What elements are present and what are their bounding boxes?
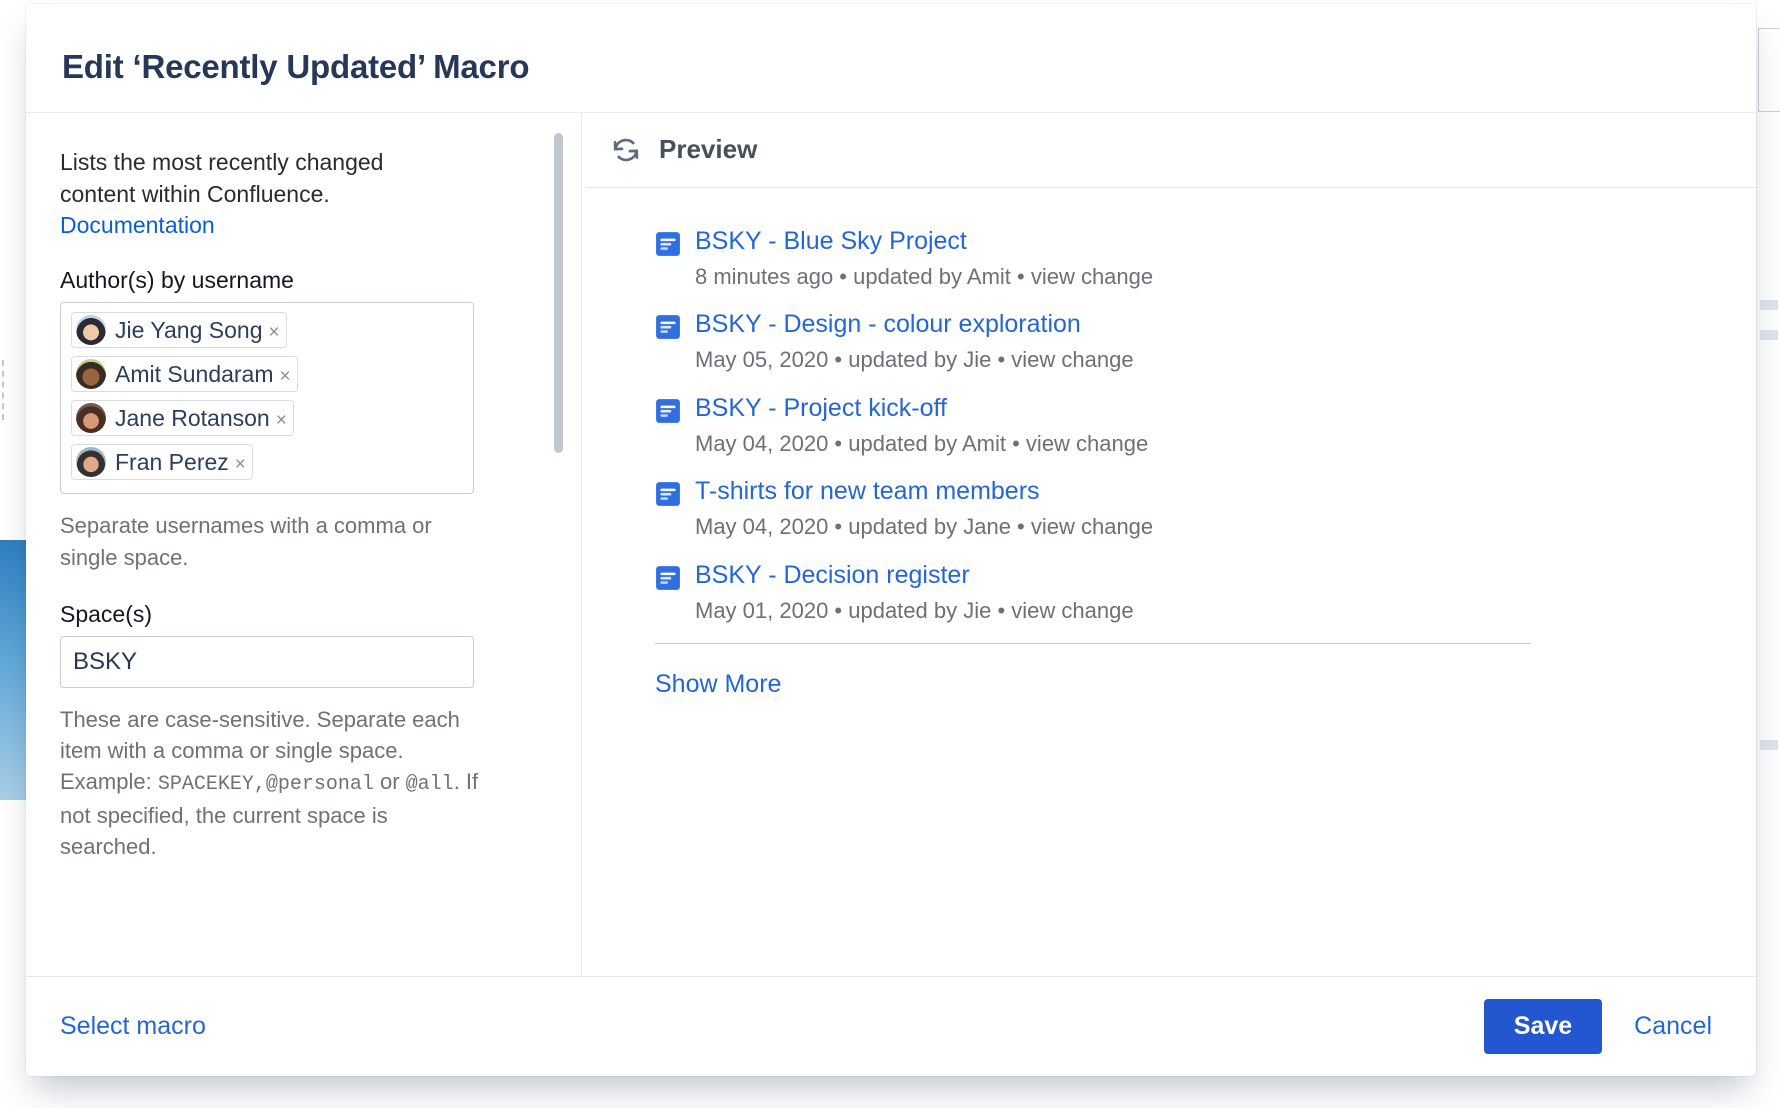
background-image-sliver bbox=[0, 540, 26, 800]
documentation-link[interactable]: Documentation bbox=[60, 212, 215, 238]
page-icon bbox=[655, 314, 681, 340]
list-item: BSKY - Project kick-off May 04, 2020 • u… bbox=[655, 393, 1756, 458]
remove-author-icon[interactable]: × bbox=[269, 323, 280, 345]
page-icon bbox=[655, 565, 681, 591]
cancel-button[interactable]: Cancel bbox=[1620, 999, 1726, 1054]
spaces-field-label: Space(s) bbox=[60, 601, 547, 628]
preview-item-meta: May 04, 2020 • updated by Jane • view ch… bbox=[695, 513, 1756, 541]
refresh-icon[interactable] bbox=[609, 133, 643, 167]
background-right-line-3 bbox=[1760, 740, 1778, 750]
author-chip-label: Fran Perez bbox=[115, 449, 229, 476]
preview-divider bbox=[655, 643, 1531, 644]
author-chip[interactable]: Jane Rotanson × bbox=[71, 400, 294, 436]
spaces-help-part2: or bbox=[374, 769, 406, 794]
macro-description: Lists the most recently changed content … bbox=[60, 147, 460, 210]
preview-item-meta: 8 minutes ago • updated by Amit • view c… bbox=[695, 263, 1756, 291]
remove-author-icon[interactable]: × bbox=[235, 455, 246, 477]
spaces-help-text: These are case-sensitive. Separate each … bbox=[60, 704, 480, 862]
author-chip[interactable]: Fran Perez × bbox=[71, 444, 253, 480]
list-item: BSKY - Design - colour exploration May 0… bbox=[655, 309, 1756, 374]
avatar-jane-icon bbox=[76, 403, 106, 433]
background-right-card bbox=[1758, 28, 1780, 112]
authors-input[interactable]: Jie Yang Song × Amit Sundaram × Jane Rot… bbox=[60, 302, 474, 494]
remove-author-icon[interactable]: × bbox=[276, 411, 287, 433]
preview-header: Preview bbox=[585, 113, 1756, 188]
avatar-amit-icon bbox=[76, 359, 106, 389]
spaces-help-example-2: @all bbox=[406, 773, 454, 796]
page-icon bbox=[655, 481, 681, 507]
author-chip[interactable]: Jie Yang Song × bbox=[71, 312, 287, 348]
avatar-fran-icon bbox=[76, 447, 106, 477]
preview-item-title[interactable]: BSKY - Design - colour exploration bbox=[695, 309, 1081, 339]
preview-item-meta: May 01, 2020 • updated by Jie • view cha… bbox=[695, 597, 1756, 625]
background-right-line-1 bbox=[1760, 300, 1778, 310]
spaces-help-example-1: SPACEKEY,@personal bbox=[158, 773, 374, 796]
preview-pane: Preview BSKY - Blue Sky Proj bbox=[582, 113, 1756, 976]
avatar-jie-icon bbox=[76, 315, 106, 345]
preview-results-list: BSKY - Blue Sky Project 8 minutes ago • … bbox=[582, 188, 1756, 976]
remove-author-icon[interactable]: × bbox=[280, 367, 291, 389]
author-chip-label: Amit Sundaram bbox=[115, 361, 274, 388]
author-chip-label: Jane Rotanson bbox=[115, 405, 270, 432]
preview-item-title[interactable]: BSKY - Project kick-off bbox=[695, 393, 947, 423]
config-scrollbar[interactable] bbox=[554, 133, 563, 453]
spaces-input[interactable] bbox=[60, 636, 474, 688]
list-item: T-shirts for new team members May 04, 20… bbox=[655, 476, 1756, 541]
macro-editor-dialog: Edit ‘Recently Updated’ Macro Lists the … bbox=[26, 4, 1756, 1076]
dialog-footer: Select macro Save Cancel bbox=[26, 976, 1756, 1076]
preview-item-meta: May 04, 2020 • updated by Amit • view ch… bbox=[695, 430, 1756, 458]
authors-field-label: Author(s) by username bbox=[60, 267, 547, 294]
authors-help-text: Separate usernames with a comma or singl… bbox=[60, 510, 480, 572]
dialog-title: Edit ‘Recently Updated’ Macro bbox=[62, 48, 1720, 86]
list-item: BSKY - Decision register May 01, 2020 • … bbox=[655, 560, 1756, 625]
page-icon bbox=[655, 231, 681, 257]
page-icon bbox=[655, 398, 681, 424]
dialog-header: Edit ‘Recently Updated’ Macro bbox=[26, 4, 1756, 112]
background-right-line-2 bbox=[1760, 330, 1778, 340]
author-chip[interactable]: Amit Sundaram × bbox=[71, 356, 298, 392]
background-dash-1 bbox=[2, 360, 4, 420]
macro-config-pane: Lists the most recently changed content … bbox=[26, 113, 582, 976]
preview-item-title[interactable]: T-shirts for new team members bbox=[695, 476, 1040, 506]
save-button[interactable]: Save bbox=[1484, 999, 1602, 1054]
author-chip-label: Jie Yang Song bbox=[115, 317, 263, 344]
list-item: BSKY - Blue Sky Project 8 minutes ago • … bbox=[655, 226, 1756, 291]
dialog-body: Lists the most recently changed content … bbox=[26, 112, 1756, 976]
preview-item-title[interactable]: BSKY - Decision register bbox=[695, 560, 970, 590]
preview-item-title[interactable]: BSKY - Blue Sky Project bbox=[695, 226, 967, 256]
preview-item-meta: May 05, 2020 • updated by Jie • view cha… bbox=[695, 346, 1756, 374]
footer-actions: Save Cancel bbox=[1484, 999, 1726, 1054]
show-more-link[interactable]: Show More bbox=[655, 670, 781, 699]
preview-title: Preview bbox=[659, 134, 757, 165]
select-macro-link[interactable]: Select macro bbox=[60, 1012, 206, 1041]
